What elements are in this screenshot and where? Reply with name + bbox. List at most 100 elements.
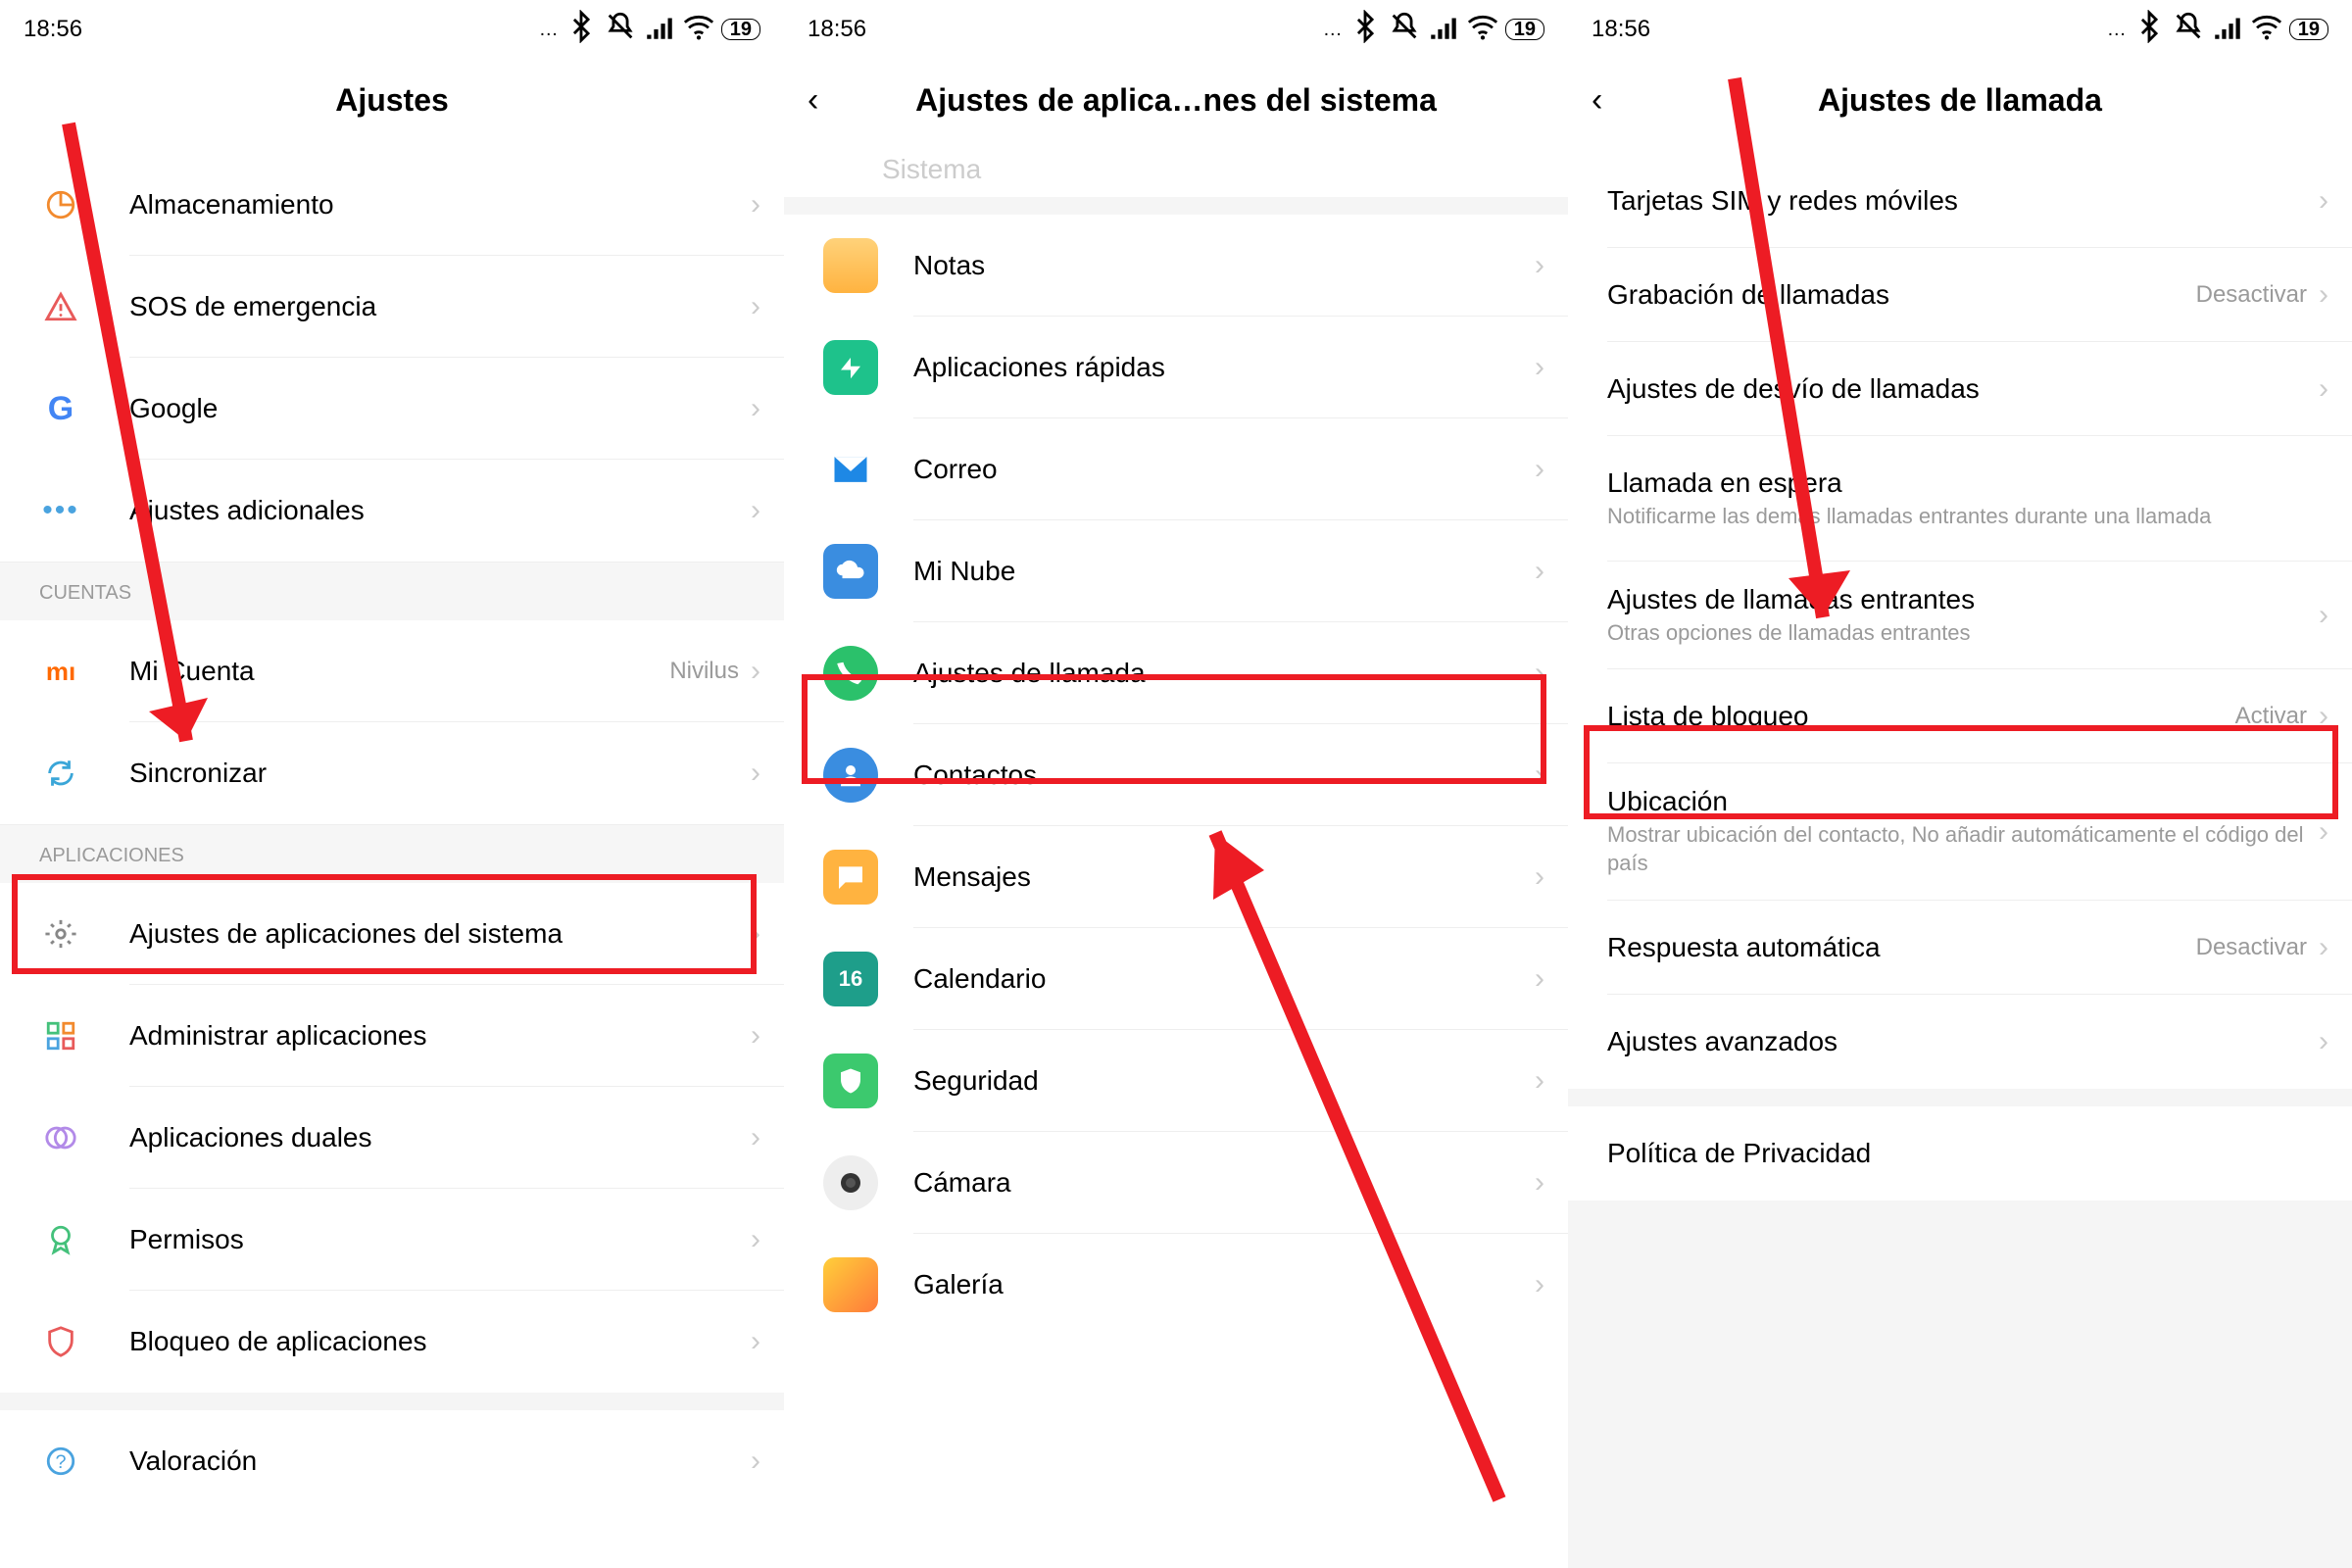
chevron-right-icon: › xyxy=(1535,657,1544,690)
mi-logo-icon: mı xyxy=(39,650,82,693)
phone-icon xyxy=(823,646,878,701)
row-permissions[interactable]: Permisos › xyxy=(0,1189,784,1291)
row-label: Mi Nube xyxy=(913,556,1535,587)
status-icons: … 19 xyxy=(1323,10,1544,49)
status-bar: 18:56 … 19 xyxy=(784,0,1568,55)
row-manage-apps[interactable]: Administrar aplicaciones › xyxy=(0,985,784,1087)
row-incoming[interactable]: Ajustes de llamadas entrantes Otras opci… xyxy=(1568,562,2352,669)
sync-icon xyxy=(39,752,82,795)
row-label: Notas xyxy=(913,250,1535,281)
row-mi-account[interactable]: mı Mi Cuenta Nivilus › xyxy=(0,620,784,722)
row-camera[interactable]: Cámara › xyxy=(784,1132,1568,1234)
chevron-right-icon: › xyxy=(2319,184,2328,218)
row-security[interactable]: Seguridad › xyxy=(784,1030,1568,1132)
chevron-right-icon: › xyxy=(1535,962,1544,996)
wifi-icon xyxy=(2250,10,2283,49)
row-sync[interactable]: Sincronizar › xyxy=(0,722,784,824)
page-title: Ajustes de aplica…nes del sistema xyxy=(915,82,1437,119)
signal-icon xyxy=(643,10,676,49)
chevron-right-icon: › xyxy=(1535,1166,1544,1200)
row-value: Desactivar xyxy=(2196,934,2307,961)
row-system-apps[interactable]: Ajustes de aplicaciones del sistema › xyxy=(0,883,784,985)
header: ‹ Ajustes de llamada xyxy=(1568,55,2352,154)
status-time: 18:56 xyxy=(1592,16,1650,43)
row-storage[interactable]: Almacenamiento › xyxy=(0,154,784,256)
row-value: Nivilus xyxy=(669,658,739,685)
row-label: Aplicaciones duales xyxy=(129,1122,751,1153)
page-title: Ajustes xyxy=(335,82,449,119)
row-cloud[interactable]: Mi Nube › xyxy=(784,520,1568,622)
status-icons: … 19 xyxy=(539,10,760,49)
bluetooth-icon xyxy=(564,10,598,49)
row-forwarding[interactable]: Ajustes de desvío de llamadas › xyxy=(1568,342,2352,436)
signal-icon xyxy=(2211,10,2244,49)
security-icon xyxy=(823,1054,878,1108)
row-label: Lista de bloqueo xyxy=(1607,701,2235,732)
chevron-right-icon: › xyxy=(751,1445,760,1478)
back-button[interactable]: ‹ xyxy=(1592,81,1602,120)
cutoff-section: Sistema xyxy=(784,154,1568,197)
row-privacy[interactable]: Política de Privacidad xyxy=(1568,1106,2352,1200)
row-quick-apps[interactable]: Aplicaciones rápidas › xyxy=(784,317,1568,418)
row-notes[interactable]: Notas › xyxy=(784,215,1568,317)
row-label: Política de Privacidad xyxy=(1607,1138,2328,1169)
row-label: Ajustes de llamada xyxy=(913,658,1535,689)
row-dual-apps[interactable]: Aplicaciones duales › xyxy=(0,1087,784,1189)
chevron-right-icon: › xyxy=(2319,700,2328,733)
row-sublabel: Mostrar ubicación del contacto, No añadi… xyxy=(1607,821,2319,877)
chevron-right-icon: › xyxy=(751,757,760,790)
row-sim[interactable]: Tarjetas SIM y redes móviles › xyxy=(1568,154,2352,248)
row-additional[interactable]: ••• Ajustes adicionales › xyxy=(0,460,784,562)
mute-icon xyxy=(1388,10,1421,49)
row-call-settings[interactable]: Ajustes de llamada › xyxy=(784,622,1568,724)
row-label: Ajustes de aplicaciones del sistema xyxy=(129,918,751,950)
row-waiting[interactable]: Llamada en espera Notificarme las demás … xyxy=(1568,436,2352,562)
row-blocklist[interactable]: Lista de bloqueo Activar › xyxy=(1568,669,2352,763)
signal-icon xyxy=(1427,10,1460,49)
row-gallery[interactable]: Galería › xyxy=(784,1234,1568,1336)
battery-indicator: 19 xyxy=(1505,19,1544,40)
warning-icon xyxy=(39,285,82,328)
row-label: Valoración xyxy=(129,1446,751,1477)
quick-apps-icon xyxy=(823,340,878,395)
chevron-right-icon: › xyxy=(2319,1025,2328,1058)
chevron-right-icon: › xyxy=(2319,815,2328,849)
row-advanced[interactable]: Ajustes avanzados › xyxy=(1568,995,2352,1089)
chevron-right-icon: › xyxy=(1535,351,1544,384)
chevron-right-icon: › xyxy=(751,290,760,323)
badge-icon xyxy=(39,1218,82,1261)
back-button[interactable]: ‹ xyxy=(808,81,818,120)
chevron-right-icon: › xyxy=(1535,1064,1544,1098)
row-rating[interactable]: ? Valoración › xyxy=(0,1410,784,1512)
row-messages[interactable]: Mensajes › xyxy=(784,826,1568,928)
row-sos[interactable]: SOS de emergencia › xyxy=(0,256,784,358)
chevron-right-icon: › xyxy=(2319,599,2328,632)
camera-icon xyxy=(823,1155,878,1210)
row-label: Respuesta automática xyxy=(1607,932,2196,963)
row-label: Ajustes de llamadas entrantes xyxy=(1607,584,2319,615)
row-label: Calendario xyxy=(913,963,1535,995)
row-label: Ajustes de desvío de llamadas xyxy=(1607,373,2319,405)
row-mail[interactable]: Correo › xyxy=(784,418,1568,520)
row-google[interactable]: G Google › xyxy=(0,358,784,460)
chevron-right-icon: › xyxy=(1535,249,1544,282)
row-label: Llamada en espera xyxy=(1607,467,2328,499)
row-app-lock[interactable]: Bloqueo de aplicaciones › xyxy=(0,1291,784,1393)
row-location[interactable]: Ubicación Mostrar ubicación del contacto… xyxy=(1568,763,2352,901)
row-label: Almacenamiento xyxy=(129,189,751,220)
row-label: SOS de emergencia xyxy=(129,291,751,322)
row-contacts[interactable]: Contactos › xyxy=(784,724,1568,826)
screen-system-apps: 18:56 … 19 ‹ Ajustes de aplica…nes del s… xyxy=(784,0,1568,1568)
row-auto-answer[interactable]: Respuesta automática Desactivar › xyxy=(1568,901,2352,995)
chevron-right-icon: › xyxy=(751,494,760,527)
row-calendar[interactable]: 16 Calendario › xyxy=(784,928,1568,1030)
row-recording[interactable]: Grabación de llamadas Desactivar › xyxy=(1568,248,2352,342)
screen-call-settings: 18:56 … 19 ‹ Ajustes de llamada Tarjetas… xyxy=(1568,0,2352,1568)
section-cuentas: CUENTAS xyxy=(0,562,784,620)
messages-icon xyxy=(823,850,878,905)
status-time: 18:56 xyxy=(808,16,866,43)
more-icon: … xyxy=(539,19,559,41)
row-label: Ubicación xyxy=(1607,786,2319,817)
notes-icon xyxy=(823,238,878,293)
row-label: Bloqueo de aplicaciones xyxy=(129,1326,751,1357)
